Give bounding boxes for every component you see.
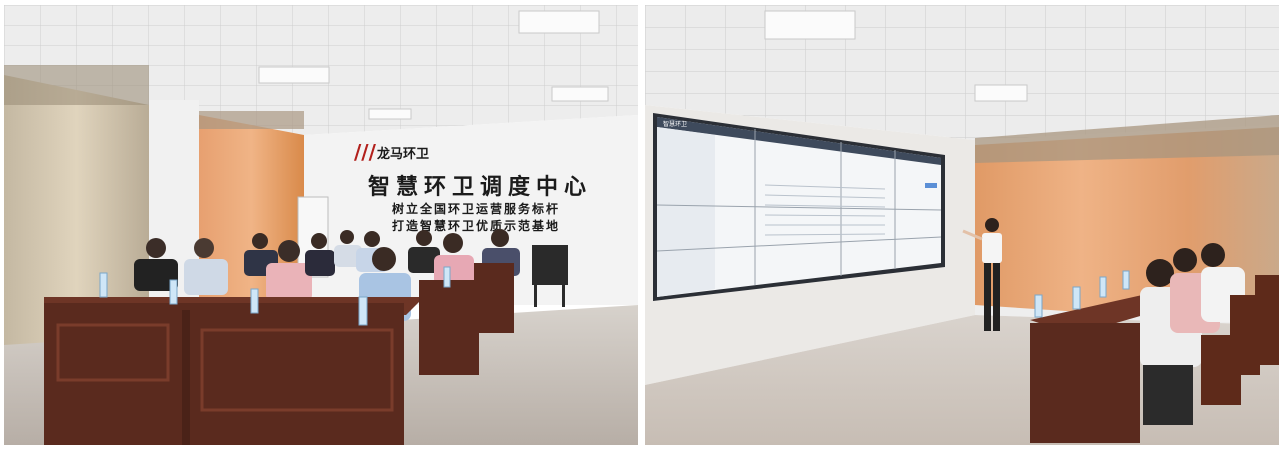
ceiling-light [258, 66, 330, 84]
chair-leg [562, 285, 565, 307]
left-photo-scene: /// 龙马环卫 智慧环卫调度中心 树立全国环卫运营服务标杆 打造智慧环卫优质示… [4, 5, 638, 445]
wall-logo-text: 龙马环卫 [377, 146, 429, 162]
ceiling-light [974, 84, 1028, 102]
wall-line-2: 打造智慧环卫优质示范基地 [392, 218, 560, 233]
screen-title: 智慧环卫 [663, 120, 687, 128]
wall-line-1: 树立全国环卫运营服务标杆 [392, 201, 560, 216]
right-photo-scene: 智慧环卫 [645, 5, 1279, 445]
ceiling-light [551, 86, 609, 102]
chair-leg [534, 285, 537, 307]
curtain-valance [199, 111, 304, 129]
black-chair [532, 245, 568, 285]
curtain-valance [4, 65, 149, 105]
left-photo: /// 龙马环卫 智慧环卫调度中心 树立全国环卫运营服务标杆 打造智慧环卫优质示… [4, 5, 638, 445]
logo-mark: /// [354, 140, 377, 164]
right-photo: 智慧环卫 [645, 5, 1279, 445]
ceiling-light [368, 108, 412, 120]
ceiling-light [518, 10, 600, 34]
wall-title: 智慧环卫调度中心 [368, 174, 592, 200]
ceiling-light [764, 10, 856, 40]
